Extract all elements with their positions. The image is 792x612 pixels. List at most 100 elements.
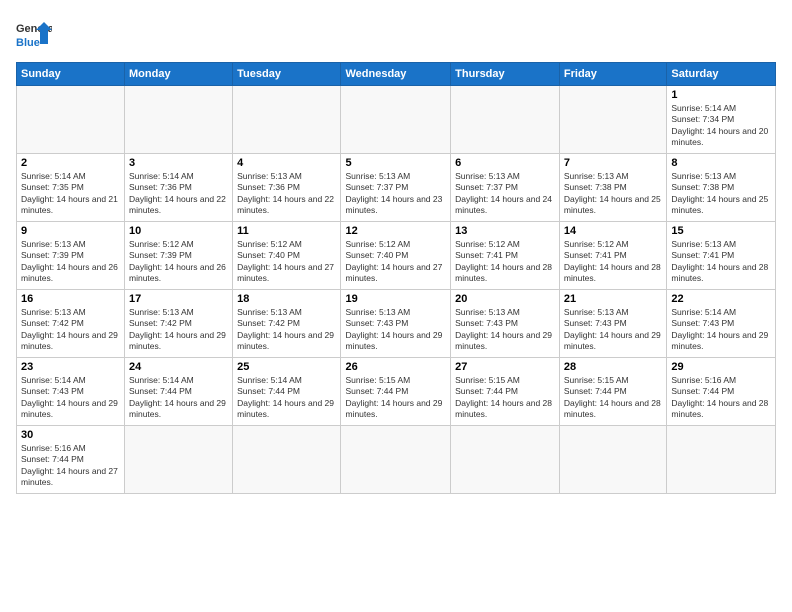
calendar-cell: 15 Sunrise: 5:13 AMSunset: 7:41 PMDayligh… (667, 222, 776, 290)
day-info: Sunrise: 5:13 AMSunset: 7:42 PMDaylight:… (129, 307, 228, 353)
day-info: Sunrise: 5:13 AMSunset: 7:43 PMDaylight:… (564, 307, 662, 353)
day-info: Sunrise: 5:15 AMSunset: 7:44 PMDaylight:… (345, 375, 446, 421)
calendar-cell: 7 Sunrise: 5:13 AMSunset: 7:38 PMDaylight… (559, 154, 666, 222)
logo-icon: General Blue (16, 16, 52, 52)
day-info: Sunrise: 5:13 AMSunset: 7:36 PMDaylight:… (237, 171, 336, 217)
calendar-cell (125, 426, 233, 494)
calendar-cell: 1 Sunrise: 5:14 AMSunset: 7:34 PMDaylight… (667, 86, 776, 154)
day-number: 20 (455, 293, 555, 305)
calendar-cell: 9 Sunrise: 5:13 AMSunset: 7:39 PMDaylight… (17, 222, 125, 290)
day-number: 18 (237, 293, 336, 305)
calendar-cell: 16 Sunrise: 5:13 AMSunset: 7:42 PMDayligh… (17, 290, 125, 358)
week-row-2: 2Sunrise: 5:14 AMSunset: 7:35 PMDaylight… (17, 154, 776, 222)
day-info: Sunrise: 5:14 AMSunset: 7:43 PMDaylight:… (21, 375, 120, 421)
calendar-cell (451, 86, 560, 154)
weekday-header-row: SundayMondayTuesdayWednesdayThursdayFrid… (17, 63, 776, 86)
weekday-saturday: Saturday (667, 63, 776, 86)
day-info: Sunrise: 5:13 AMSunset: 7:37 PMDaylight:… (345, 171, 446, 217)
day-number: 5 (345, 157, 446, 169)
calendar-cell (341, 86, 451, 154)
day-info: Sunrise: 5:12 AMSunset: 7:39 PMDaylight:… (129, 239, 228, 285)
day-info: Sunrise: 5:12 AMSunset: 7:41 PMDaylight:… (455, 239, 555, 285)
day-info: Sunrise: 5:13 AMSunset: 7:39 PMDaylight:… (21, 239, 120, 285)
calendar-cell: 13Sunrise: 5:12 AMSunset: 7:41 PMDayligh… (451, 222, 560, 290)
day-info: Sunrise: 5:16 AMSunset: 7:44 PMDaylight:… (21, 443, 120, 489)
logo: General Blue (16, 16, 52, 52)
day-info: Sunrise: 5:13 AMSunset: 7:38 PMDaylight:… (671, 171, 771, 217)
day-number: 12 (345, 225, 446, 237)
calendar-cell: 23 Sunrise: 5:14 AMSunset: 7:43 PMDayligh… (17, 358, 125, 426)
day-info: Sunrise: 5:14 AMSunset: 7:34 PMDaylight:… (671, 103, 771, 149)
calendar-cell: 29Sunrise: 5:16 AMSunset: 7:44 PMDayligh… (667, 358, 776, 426)
calendar-cell: 27Sunrise: 5:15 AMSunset: 7:44 PMDayligh… (451, 358, 560, 426)
calendar-cell: 10 Sunrise: 5:12 AMSunset: 7:39 PMDayligh… (125, 222, 233, 290)
day-number: 22 (671, 293, 771, 305)
day-number: 17 (129, 293, 228, 305)
week-row-5: 23 Sunrise: 5:14 AMSunset: 7:43 PMDayligh… (17, 358, 776, 426)
day-number: 14 (564, 225, 662, 237)
calendar-cell (667, 426, 776, 494)
week-row-6: 30 Sunrise: 5:16 AMSunset: 7:44 PMDayligh… (17, 426, 776, 494)
day-info: Sunrise: 5:15 AMSunset: 7:44 PMDaylight:… (564, 375, 662, 421)
header: General Blue (16, 16, 776, 52)
day-number: 4 (237, 157, 336, 169)
calendar-cell (559, 426, 666, 494)
day-number: 9 (21, 225, 120, 237)
calendar-cell: 26 Sunrise: 5:15 AMSunset: 7:44 PMDayligh… (341, 358, 451, 426)
day-number: 23 (21, 361, 120, 373)
calendar-cell: 22 Sunrise: 5:14 AMSunset: 7:43 PMDayligh… (667, 290, 776, 358)
calendar-cell: 24 Sunrise: 5:14 AMSunset: 7:44 PMDayligh… (125, 358, 233, 426)
calendar-cell: 28 Sunrise: 5:15 AMSunset: 7:44 PMDayligh… (559, 358, 666, 426)
day-number: 2 (21, 157, 120, 169)
day-info: Sunrise: 5:13 AMSunset: 7:43 PMDaylight:… (455, 307, 555, 353)
day-number: 10 (129, 225, 228, 237)
calendar-cell: 6Sunrise: 5:13 AMSunset: 7:37 PMDaylight… (451, 154, 560, 222)
day-number: 28 (564, 361, 662, 373)
day-number: 24 (129, 361, 228, 373)
day-number: 19 (345, 293, 446, 305)
calendar-cell: 14 Sunrise: 5:12 AMSunset: 7:41 PMDayligh… (559, 222, 666, 290)
calendar-cell (233, 426, 341, 494)
day-info: Sunrise: 5:13 AMSunset: 7:42 PMDaylight:… (21, 307, 120, 353)
calendar-cell: 17 Sunrise: 5:13 AMSunset: 7:42 PMDayligh… (125, 290, 233, 358)
day-info: Sunrise: 5:12 AMSunset: 7:40 PMDaylight:… (345, 239, 446, 285)
day-info: Sunrise: 5:14 AMSunset: 7:36 PMDaylight:… (129, 171, 228, 217)
weekday-thursday: Thursday (451, 63, 560, 86)
calendar-cell (341, 426, 451, 494)
calendar-cell (125, 86, 233, 154)
day-number: 21 (564, 293, 662, 305)
week-row-3: 9 Sunrise: 5:13 AMSunset: 7:39 PMDaylight… (17, 222, 776, 290)
day-info: Sunrise: 5:14 AMSunset: 7:43 PMDaylight:… (671, 307, 771, 353)
day-info: Sunrise: 5:13 AMSunset: 7:38 PMDaylight:… (564, 171, 662, 217)
day-info: Sunrise: 5:12 AMSunset: 7:41 PMDaylight:… (564, 239, 662, 285)
calendar-cell: 8 Sunrise: 5:13 AMSunset: 7:38 PMDaylight… (667, 154, 776, 222)
svg-text:Blue: Blue (16, 37, 40, 49)
day-number: 1 (671, 89, 771, 101)
calendar-cell (451, 426, 560, 494)
day-number: 11 (237, 225, 336, 237)
day-info: Sunrise: 5:13 AMSunset: 7:37 PMDaylight:… (455, 171, 555, 217)
day-number: 7 (564, 157, 662, 169)
calendar-cell: 20 Sunrise: 5:13 AMSunset: 7:43 PMDayligh… (451, 290, 560, 358)
day-info: Sunrise: 5:13 AMSunset: 7:42 PMDaylight:… (237, 307, 336, 353)
weekday-monday: Monday (125, 63, 233, 86)
day-number: 3 (129, 157, 228, 169)
day-number: 25 (237, 361, 336, 373)
day-number: 27 (455, 361, 555, 373)
calendar-cell (559, 86, 666, 154)
calendar-cell: 3 Sunrise: 5:14 AMSunset: 7:36 PMDaylight… (125, 154, 233, 222)
day-info: Sunrise: 5:13 AMSunset: 7:41 PMDaylight:… (671, 239, 771, 285)
calendar-cell: 12 Sunrise: 5:12 AMSunset: 7:40 PMDayligh… (341, 222, 451, 290)
day-number: 8 (671, 157, 771, 169)
calendar-cell: 21 Sunrise: 5:13 AMSunset: 7:43 PMDayligh… (559, 290, 666, 358)
calendar-cell: 25Sunrise: 5:14 AMSunset: 7:44 PMDayligh… (233, 358, 341, 426)
weekday-wednesday: Wednesday (341, 63, 451, 86)
day-number: 26 (345, 361, 446, 373)
day-info: Sunrise: 5:14 AMSunset: 7:44 PMDaylight:… (129, 375, 228, 421)
day-number: 15 (671, 225, 771, 237)
day-number: 16 (21, 293, 120, 305)
calendar: SundayMondayTuesdayWednesdayThursdayFrid… (16, 62, 776, 494)
calendar-cell: 18 Sunrise: 5:13 AMSunset: 7:42 PMDayligh… (233, 290, 341, 358)
calendar-cell: 2Sunrise: 5:14 AMSunset: 7:35 PMDaylight… (17, 154, 125, 222)
day-number: 30 (21, 429, 120, 441)
